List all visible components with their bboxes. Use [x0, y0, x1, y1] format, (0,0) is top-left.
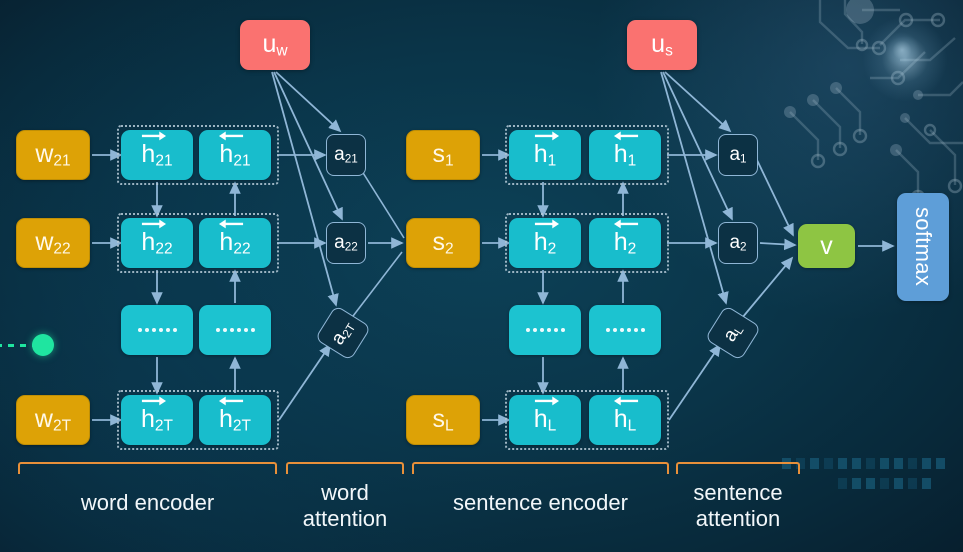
softmax-label: softmax — [911, 207, 936, 287]
word-hidden-forward-h21[interactable]: h21 — [121, 130, 193, 180]
sentence-input-sL[interactable]: sL — [406, 395, 480, 445]
sentence-hidden-forward-ellipsis — [509, 305, 581, 355]
word-hidden-forward-h22[interactable]: h22 — [121, 218, 193, 268]
left-arrow-icon — [613, 396, 638, 405]
sentence-input-s1-label: s1 — [432, 139, 454, 169]
h-forward-symbol: h2T — [141, 396, 173, 434]
word-input-w21-label: w21 — [35, 139, 71, 169]
right-arrow-icon — [142, 219, 167, 228]
pixel-decoration-row1 — [782, 458, 945, 469]
h-forward-symbol: h21 — [141, 131, 173, 169]
word-attention-weight-a2T[interactable]: a2T — [314, 304, 372, 362]
caption-word-encoder: word encoder — [18, 490, 277, 516]
sentence-hidden-backward-hL[interactable]: hL — [589, 395, 661, 445]
a2T-label: a2T — [327, 321, 359, 349]
v-label: v — [820, 231, 833, 260]
sentence-hidden-backward-h1[interactable]: h1 — [589, 130, 661, 180]
word-hidden-backward-h21[interactable]: h21 — [199, 130, 271, 180]
bracket-word-encoder — [18, 462, 277, 474]
us-label: us — [651, 29, 673, 59]
caption-word-attention: word attention — [286, 480, 404, 532]
caption-sentence-attention: sentence attention — [668, 480, 808, 532]
diagram-canvas: w21 w22 w2T h21 h22 h2T h21 h22 h2T uw a… — [0, 0, 963, 552]
caption-sentence-attention-line2: attention — [695, 505, 781, 531]
a22-label: a22 — [334, 231, 358, 254]
ellipsis-icon — [605, 328, 645, 332]
a21-label: a21 — [334, 143, 358, 166]
h-backward-symbol: hL — [613, 396, 638, 434]
word-hidden-backward-h2T[interactable]: h2T — [199, 395, 271, 445]
uw-label: uw — [262, 29, 288, 59]
caption-sentence-attention-line1: sentence — [693, 480, 783, 505]
a2-label: a2 — [729, 231, 747, 254]
sentence-hidden-forward-hL[interactable]: hL — [509, 395, 581, 445]
green-dash-line — [0, 344, 36, 347]
h-backward-symbol: h22 — [219, 219, 251, 257]
green-dot-marker — [32, 334, 54, 356]
right-arrow-icon — [534, 219, 559, 228]
h-backward-symbol: h21 — [219, 131, 251, 169]
word-hidden-forward-h2T[interactable]: h2T — [121, 395, 193, 445]
h-forward-symbol: h22 — [141, 219, 173, 257]
left-arrow-icon — [613, 131, 638, 140]
ellipsis-icon — [137, 328, 177, 332]
ellipsis-icon — [215, 328, 255, 332]
light-glow — [862, 16, 948, 102]
aL-label: aL — [718, 324, 747, 346]
caption-word-encoder-line1: word encoder — [80, 490, 215, 515]
word-hidden-forward-ellipsis — [121, 305, 193, 355]
sentence-hidden-backward-h2[interactable]: h2 — [589, 218, 661, 268]
word-context-vector-uw[interactable]: uw — [240, 20, 310, 70]
caption-sentence-encoder: sentence encoder — [412, 490, 669, 516]
word-input-w2T-label: w2T — [34, 404, 72, 434]
caption-word-attention-line1: word — [321, 480, 369, 505]
word-attention-weight-a22[interactable]: a22 — [326, 222, 366, 264]
h-forward-symbol: hL — [534, 396, 559, 434]
word-input-w22[interactable]: w22 — [16, 218, 90, 268]
bracket-sentence-encoder — [412, 462, 669, 474]
pixel-decoration-row2 — [838, 478, 931, 489]
softmax-classifier[interactable]: softmax — [897, 193, 949, 301]
sentence-context-vector-us[interactable]: us — [627, 20, 697, 70]
h-backward-symbol: h2T — [218, 396, 251, 434]
document-vector-v[interactable]: v — [798, 224, 855, 268]
word-hidden-backward-h22[interactable]: h22 — [199, 218, 271, 268]
right-arrow-icon — [534, 396, 559, 405]
light-glow-small — [884, 32, 920, 68]
sentence-input-sL-label: sL — [432, 404, 454, 434]
left-arrow-icon — [613, 219, 638, 228]
left-arrow-icon — [218, 396, 244, 405]
caption-sentence-encoder-line1: sentence encoder — [453, 490, 628, 515]
bracket-sentence-attention — [676, 462, 800, 474]
h-backward-symbol: h1 — [613, 131, 638, 169]
h-forward-symbol: h2 — [534, 219, 559, 257]
h-backward-symbol: h2 — [613, 219, 638, 257]
sentence-hidden-forward-h2[interactable]: h2 — [509, 218, 581, 268]
sentence-input-s2[interactable]: s2 — [406, 218, 480, 268]
sentence-hidden-forward-h1[interactable]: h1 — [509, 130, 581, 180]
sentence-hidden-backward-ellipsis — [589, 305, 661, 355]
right-arrow-icon — [534, 131, 559, 140]
left-arrow-icon — [219, 131, 244, 140]
word-attention-weight-a21[interactable]: a21 — [326, 134, 366, 176]
right-arrow-icon — [141, 396, 167, 405]
sentence-input-s2-label: s2 — [432, 227, 454, 257]
word-input-w2T[interactable]: w2T — [16, 395, 90, 445]
word-input-w21[interactable]: w21 — [16, 130, 90, 180]
sentence-attention-weight-aL[interactable]: aL — [704, 304, 762, 362]
caption-word-attention-line2: attention — [302, 505, 388, 531]
sentence-input-s1[interactable]: s1 — [406, 130, 480, 180]
h-forward-symbol: h1 — [534, 131, 559, 169]
sentence-attention-weight-a2[interactable]: a2 — [718, 222, 758, 264]
right-arrow-icon — [142, 131, 167, 140]
a1-label: a1 — [729, 143, 747, 166]
word-hidden-backward-ellipsis — [199, 305, 271, 355]
sentence-attention-weight-a1[interactable]: a1 — [718, 134, 758, 176]
bracket-word-attention — [286, 462, 404, 474]
word-input-w22-label: w22 — [35, 227, 71, 257]
ellipsis-icon — [525, 328, 565, 332]
left-arrow-icon — [219, 219, 244, 228]
